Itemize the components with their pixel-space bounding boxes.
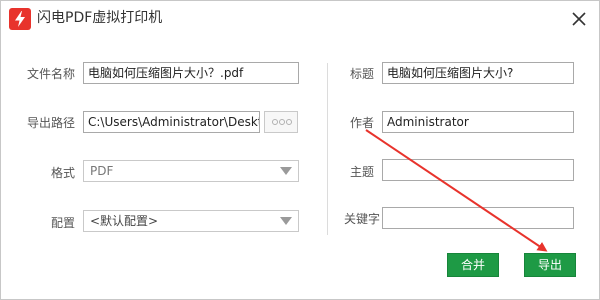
format-label: 格式 — [51, 166, 76, 180]
filename-label: 文件名称 — [27, 67, 76, 81]
ellipsis-icon — [279, 119, 285, 125]
format-select[interactable]: PDF — [83, 160, 299, 182]
keywords-field[interactable] — [382, 207, 574, 229]
subject-label: 主题 — [350, 165, 375, 179]
author-field[interactable]: Administrator — [382, 111, 574, 133]
dialog-window: 闪电PDF虚拟打印机 文件名称 电脑如何压缩图片大小？.pdf 导出路径 C:\… — [0, 0, 600, 300]
format-select-value: PDF — [90, 164, 114, 178]
title-label: 标题 — [350, 67, 375, 81]
chevron-down-icon — [280, 217, 292, 225]
keywords-label: 关键字 — [344, 212, 381, 226]
subject-field[interactable] — [382, 159, 574, 181]
filename-field[interactable]: 电脑如何压缩图片大小？.pdf — [83, 62, 299, 84]
config-label: 配置 — [51, 216, 76, 230]
ellipsis-icon — [286, 119, 292, 125]
merge-button[interactable]: 合并 — [447, 253, 499, 277]
browse-button[interactable] — [264, 111, 298, 133]
author-label: 作者 — [350, 116, 375, 130]
chevron-down-icon — [280, 167, 292, 175]
close-icon[interactable] — [567, 7, 591, 31]
title-field[interactable]: 电脑如何压缩图片大小? — [382, 62, 574, 84]
config-select-value: <默认配置> — [90, 214, 159, 228]
config-select[interactable]: <默认配置> — [83, 210, 299, 232]
export-path-label: 导出路径 — [27, 116, 76, 130]
window-title: 闪电PDF虚拟打印机 — [37, 10, 163, 26]
export-button[interactable]: 导出 — [524, 253, 576, 277]
app-logo-icon — [9, 8, 31, 30]
column-divider — [327, 63, 328, 235]
export-path-field[interactable]: C:\Users\Administrator\Desktop — [83, 111, 260, 133]
ellipsis-icon — [272, 119, 278, 125]
title-bar: 闪电PDF虚拟打印机 — [1, 1, 599, 35]
